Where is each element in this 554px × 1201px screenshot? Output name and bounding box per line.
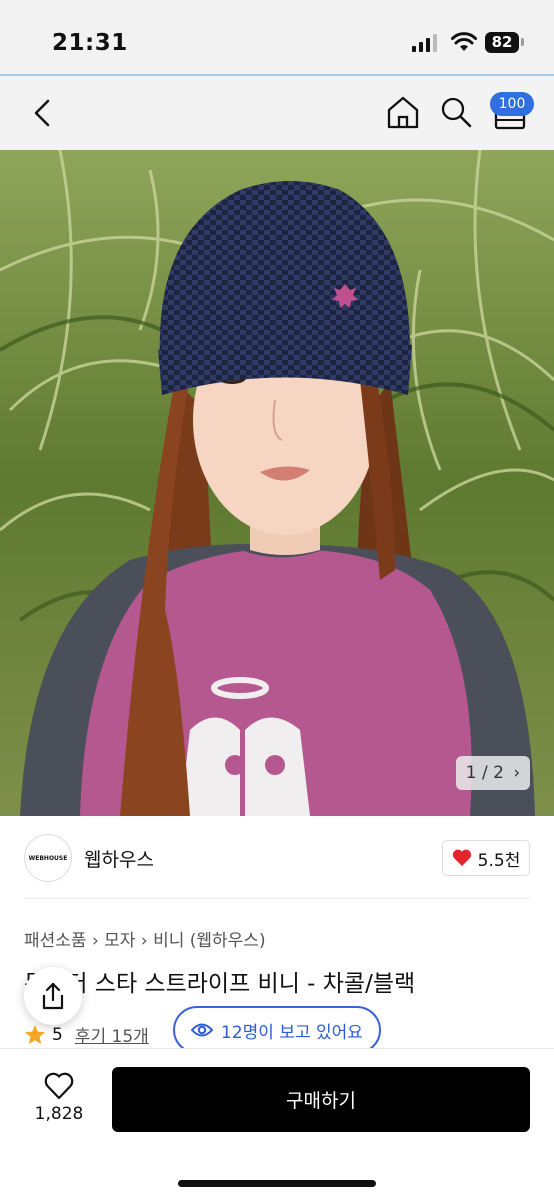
seller-name[interactable]: 웹하우스 bbox=[84, 845, 154, 872]
back-icon[interactable] bbox=[30, 98, 54, 128]
battery-tip bbox=[521, 38, 524, 46]
seller-logo-text: WEBHOUSE bbox=[28, 854, 68, 862]
image-counter: 1 / 2 bbox=[465, 763, 504, 783]
section-divider bbox=[24, 898, 530, 899]
share-icon bbox=[42, 982, 64, 1010]
product-title: 몬스터 스타 스트라이프 비니 - 차콜/블랙 bbox=[24, 971, 416, 997]
shop-like-count: 5.5천 bbox=[477, 850, 521, 871]
wishlist-count: 1,828 bbox=[34, 1104, 84, 1124]
cellular-signal-icon bbox=[412, 34, 437, 52]
chevron-right-icon: › bbox=[513, 763, 521, 783]
battery-level: 82 bbox=[491, 33, 513, 51]
status-time: 21:31 bbox=[52, 30, 128, 56]
chevron-right-icon: › bbox=[140, 931, 154, 951]
battery-indicator: 82 bbox=[485, 32, 519, 53]
image-pager[interactable]: 1 / 2 › bbox=[456, 756, 530, 790]
share-button[interactable] bbox=[24, 967, 82, 1025]
eye-icon bbox=[191, 1023, 214, 1037]
viewers-pill: 12명이 보고 있어요 bbox=[173, 1006, 381, 1054]
breadcrumb-item[interactable]: 모자 bbox=[104, 931, 135, 951]
rating-value: 5 bbox=[52, 1024, 63, 1045]
seller-logo[interactable]: WEBHOUSE bbox=[24, 834, 72, 882]
breadcrumb: 패션소품 › 모자 › 비니 (웹하우스) bbox=[24, 926, 266, 951]
product-image[interactable] bbox=[0, 150, 554, 816]
chevron-right-icon: › bbox=[91, 931, 105, 951]
shop-like-button[interactable]: 5.5천 bbox=[442, 840, 530, 876]
wifi-icon bbox=[451, 32, 477, 51]
cart-count-badge: 100 bbox=[490, 92, 534, 116]
home-icon[interactable] bbox=[386, 95, 420, 129]
rating-row: 5 후기 15개 bbox=[24, 1022, 149, 1047]
search-icon[interactable] bbox=[440, 96, 472, 128]
reviews-link[interactable]: 후기 15개 bbox=[75, 1022, 149, 1047]
home-indicator bbox=[178, 1180, 376, 1187]
star-icon bbox=[25, 1025, 45, 1044]
viewers-text: 12명이 보고 있어요 bbox=[221, 1022, 363, 1043]
wishlist-heart-icon[interactable] bbox=[44, 1072, 74, 1100]
breadcrumb-item[interactable]: 패션소품 bbox=[24, 931, 87, 951]
buy-button[interactable]: 구매하기 bbox=[112, 1067, 530, 1132]
heart-icon bbox=[452, 849, 471, 866]
product-photo bbox=[0, 150, 554, 816]
breadcrumb-item[interactable]: 비니 (웹하우스) bbox=[153, 931, 266, 951]
